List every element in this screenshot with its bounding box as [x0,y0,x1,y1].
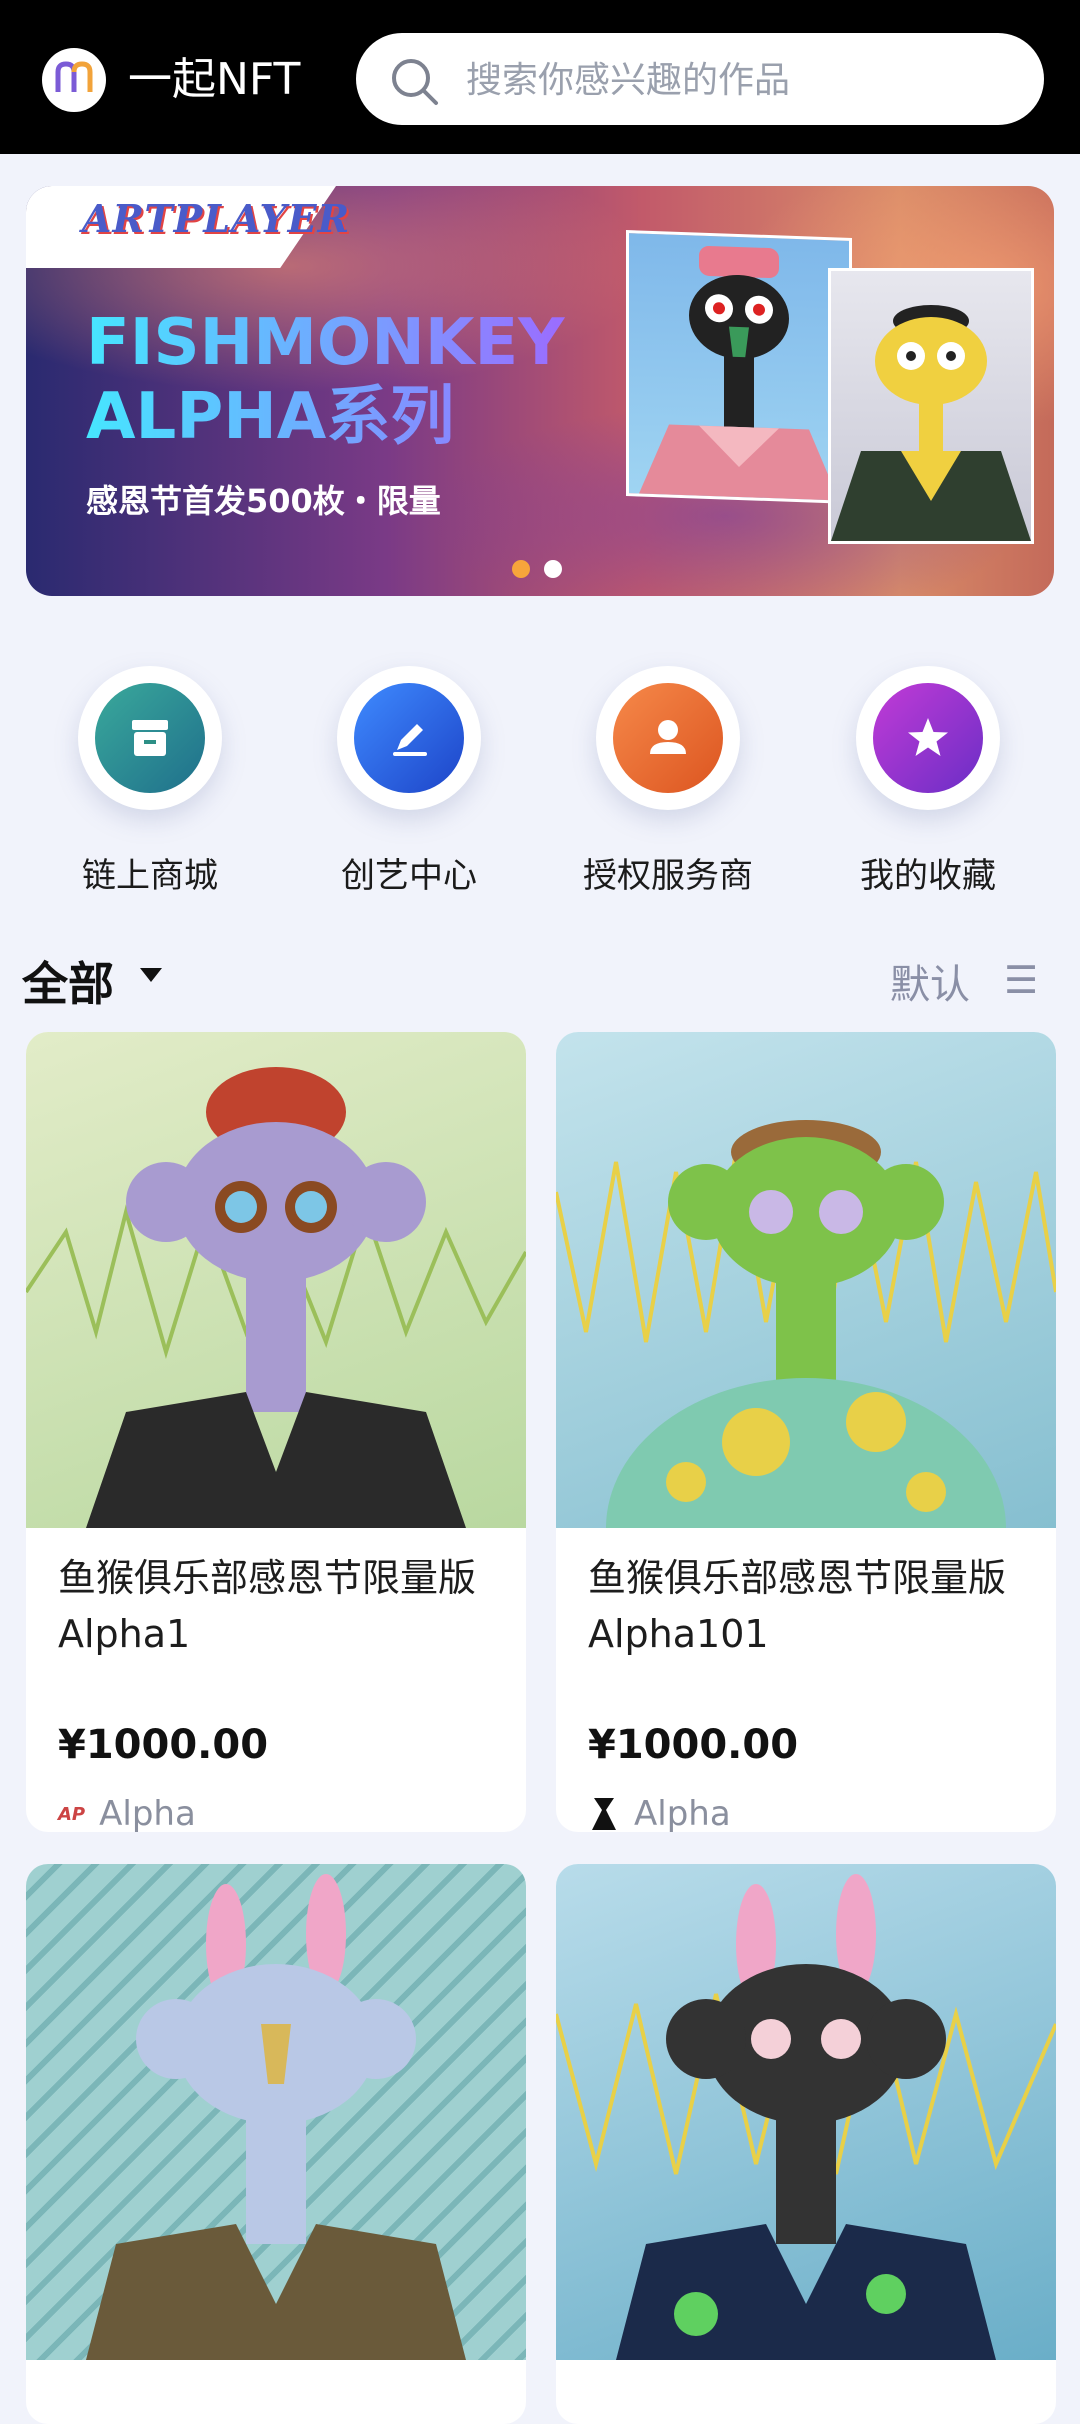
banner-title-line2: ALPHA系列 [86,380,455,454]
creator-avatar-icon [592,1798,616,1830]
carousel-indicator [512,560,562,578]
caret-down-icon[interactable] [138,966,164,986]
artplayer-logo: ARTPLAYER [82,196,351,241]
search-icon [392,59,438,105]
banner-title: FISHMONKEY ALPHA系列 [86,306,565,454]
nav-my-collection[interactable]: 我的收藏 [828,666,1028,897]
pen-icon [354,683,464,793]
carousel-dot-1[interactable] [512,560,530,578]
nav-authorized-provider[interactable]: 授权服务商 [568,666,768,897]
store-icon [95,683,205,793]
search-input[interactable] [464,33,988,127]
product-image [26,1032,526,1528]
creator-avatar-icon: AP [58,1803,86,1825]
product-creator: Alpha [588,1794,731,1832]
category-filter[interactable]: 全部 [22,948,114,1014]
nav-my-collection-label: 我的收藏 [860,856,996,896]
product-creator: AP Alpha [58,1794,196,1832]
creator-name: Alpha [99,1794,196,1832]
banner-title-line1: FISHMONKEY [86,306,565,380]
nav-authorized-provider-circle [596,666,740,810]
star-icon [873,683,983,793]
product-card[interactable]: 鱼猴俱乐部感恩节限量版Alpha1 ¥1000.00 AP Alpha [26,1032,526,1832]
nav-chain-mall[interactable]: 链上商城 [50,666,250,897]
nav-creative-center-label: 创艺中心 [341,856,477,896]
banner-monkey-art-2 [828,268,1034,544]
product-name: 鱼猴俱乐部感恩节限量版Alpha1 [58,1556,477,1656]
nav-chain-mall-circle [78,666,222,810]
product-card[interactable] [556,1864,1056,2424]
search-bar[interactable] [356,33,1044,127]
product-image [556,1864,1056,2360]
top-header: 一起NFT [0,0,1080,154]
product-card[interactable] [26,1864,526,2424]
nav-my-collection-circle [856,666,1000,810]
banner-monkey-art-1 [626,230,852,504]
quick-nav: 链上商城 创艺中心 授权服务商 我的收藏 [0,666,1080,906]
user-icon [613,683,723,793]
app-logo-icon[interactable] [42,48,106,112]
app-title: 一起NFT [128,54,301,105]
banner-subtitle: 感恩节首发500枚・限量 [86,482,441,520]
sort-icon[interactable]: ☰ [1004,958,1038,1002]
product-price: ¥1000.00 [588,1722,799,1768]
product-name: 鱼猴俱乐部感恩节限量版Alpha101 [588,1556,1007,1656]
product-image [556,1032,1056,1528]
product-image [26,1864,526,2360]
filter-row: 全部 默认 ☰ [0,948,1080,1018]
product-card[interactable]: 鱼猴俱乐部感恩节限量版Alpha101 ¥1000.00 Alpha [556,1032,1056,1832]
nav-authorized-provider-label: 授权服务商 [583,856,753,896]
nav-creative-center[interactable]: 创艺中心 [309,666,509,897]
creator-name: Alpha [634,1794,731,1832]
nav-chain-mall-label: 链上商城 [82,856,218,896]
promo-banner[interactable]: ARTPLAYER FISHMONKEY ALPHA系列 感恩节首发500枚・限… [26,186,1054,596]
product-price: ¥1000.00 [58,1722,269,1768]
sort-default[interactable]: 默认 [890,952,970,1010]
nav-creative-center-circle [337,666,481,810]
carousel-dot-2[interactable] [544,560,562,578]
